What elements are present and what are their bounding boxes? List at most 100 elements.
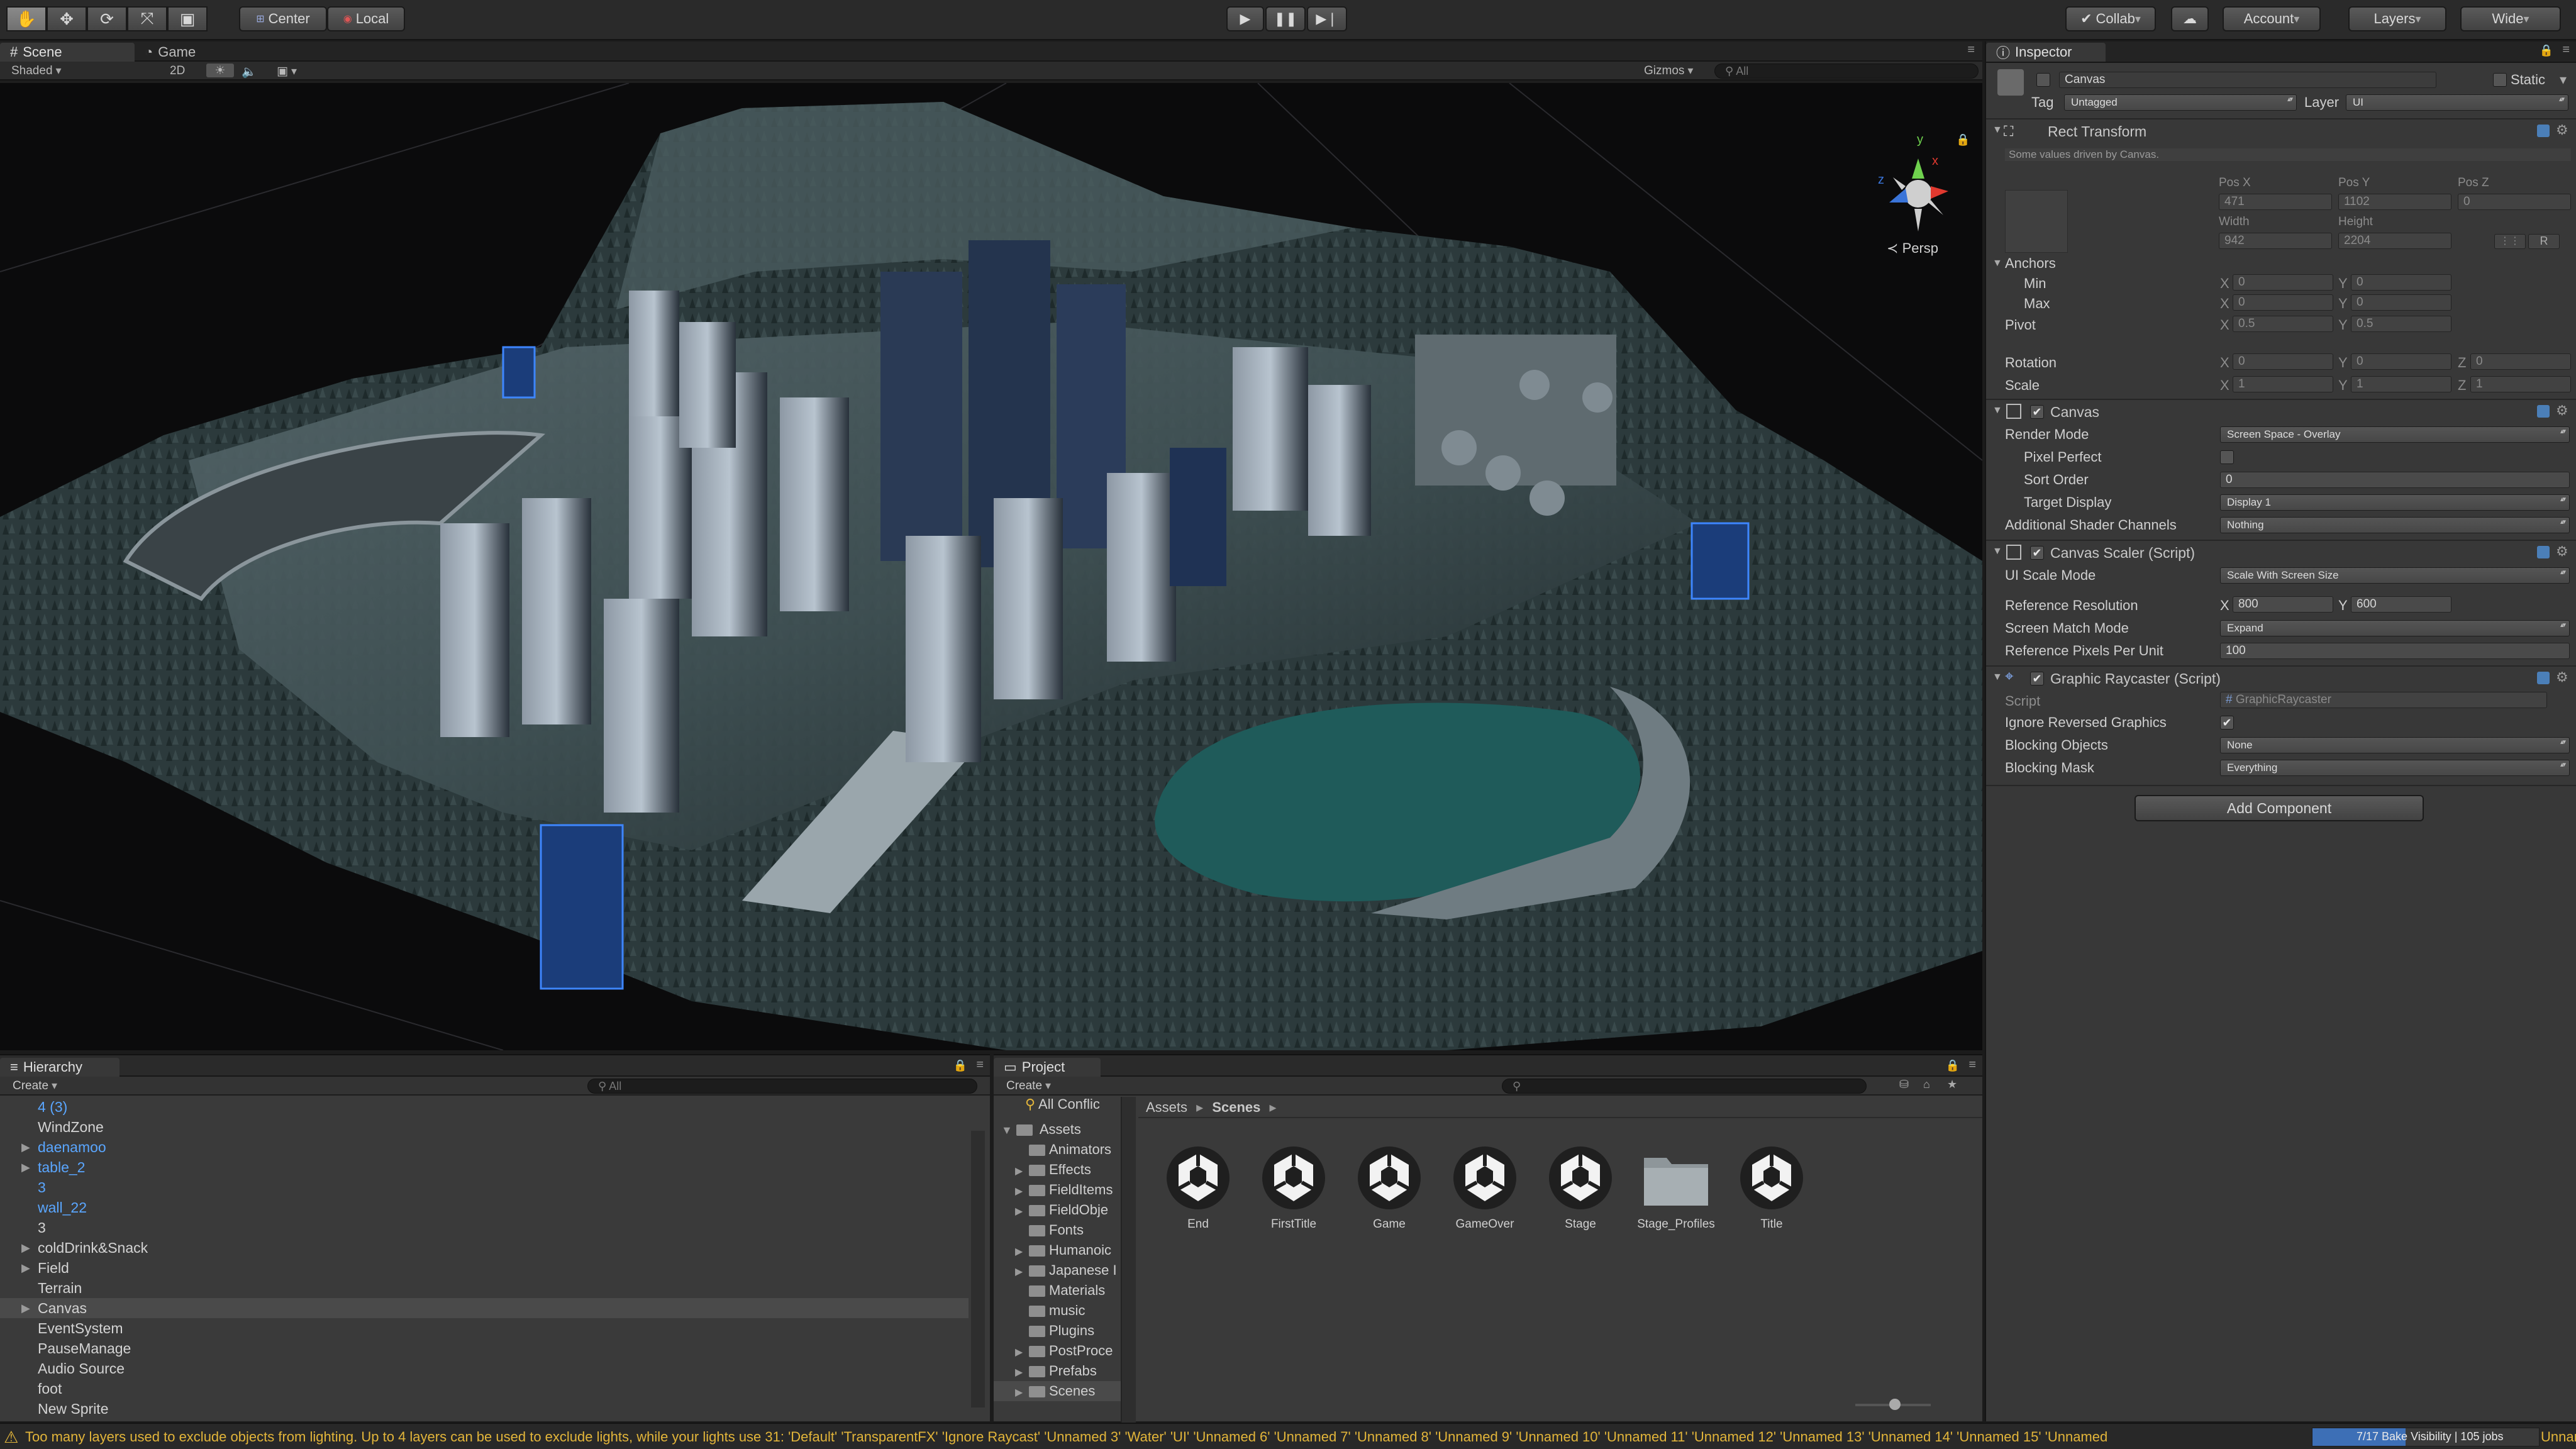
play-button[interactable]: ▶ — [1226, 6, 1264, 31]
sort-order-field[interactable]: 0 — [2220, 472, 2570, 488]
hierarchy-item[interactable]: Audio Source — [0, 1358, 969, 1379]
gear-icon[interactable]: ⚙ — [2556, 543, 2571, 559]
ref-pixels-per-unit-field[interactable]: 100 — [2220, 643, 2570, 659]
hierarchy-item[interactable]: WindZone — [0, 1117, 969, 1137]
gizmos-dropdown[interactable]: Gizmos — [1644, 64, 1693, 78]
tab-hierarchy[interactable]: ≡ Hierarchy — [0, 1058, 119, 1077]
layer-dropdown[interactable]: UI — [2346, 94, 2568, 111]
inspector-menu-icon[interactable]: ≡ — [2562, 43, 2570, 57]
help-book-icon[interactable] — [2537, 405, 2550, 418]
folder-tree-item[interactable]: ▶ FieldItems — [994, 1180, 1121, 1200]
blocking-mask-dropdown[interactable]: Everything — [2220, 760, 2570, 776]
hierarchy-lock-icon[interactable]: 🔒 — [953, 1059, 967, 1072]
asset-tile[interactable]: Stage_Profiles — [1629, 1143, 1723, 1231]
gear-icon[interactable]: ⚙ — [2556, 122, 2571, 138]
render-mode-dropdown[interactable]: Screen Space - Overlay — [2220, 426, 2570, 443]
add-component-button[interactable]: Add Component — [2135, 795, 2424, 821]
raw-edit-button[interactable]: R — [2528, 234, 2560, 249]
folder-tree-item[interactable]: ▶ Japanese I — [994, 1260, 1121, 1280]
ui-scale-mode-dropdown[interactable]: Scale With Screen Size — [2220, 567, 2570, 584]
hierarchy-item[interactable]: ▶ coldDrink&Snack — [0, 1238, 969, 1258]
canvas-scaler-header[interactable]: ▼ ✔ Canvas Scaler (Script) ⚙ — [1986, 540, 2576, 565]
scene-search-input[interactable]: ⚲ All — [1714, 64, 1979, 79]
tag-dropdown[interactable]: Untagged — [2064, 94, 2297, 111]
folder-tree-item[interactable]: Materials — [994, 1280, 1121, 1301]
canvas-component-header[interactable]: ▼ ✔ Canvas ⚙ — [1986, 399, 2576, 424]
expand-arrow-icon[interactable]: ▶ — [1015, 1162, 1029, 1182]
hierarchy-scrollbar[interactable] — [971, 1131, 985, 1407]
expand-arrow-icon[interactable]: ▶ — [1015, 1363, 1029, 1383]
asset-tile[interactable]: Title — [1724, 1143, 1819, 1231]
tab-project[interactable]: ▭ Project — [994, 1058, 1101, 1077]
toggle-2d-button[interactable]: 2D — [170, 64, 185, 78]
space-toggle[interactable]: ◉ Local — [327, 6, 405, 31]
hierarchy-item[interactable]: ▶ table_2 — [0, 1157, 969, 1177]
project-create-dropdown[interactable]: Create — [1006, 1079, 1051, 1093]
shader-channels-dropdown[interactable]: Nothing — [2220, 517, 2570, 533]
filter-label-icon[interactable]: ⌂ — [1923, 1078, 1930, 1091]
hierarchy-item[interactable]: foot — [0, 1379, 969, 1399]
scene-orientation-gizmo[interactable] — [1889, 158, 1948, 231]
hand-tool-icon[interactable]: ✋ — [6, 6, 47, 31]
asset-tile[interactable]: GameOver — [1438, 1143, 1532, 1231]
graphic-raycaster-enabled-checkbox[interactable]: ✔ — [2030, 672, 2044, 686]
expand-arrow-icon[interactable]: ▶ — [21, 1238, 30, 1258]
favorite-star-icon[interactable]: ★ — [1947, 1078, 1957, 1091]
expand-arrow-icon[interactable]: ▶ — [1015, 1242, 1029, 1262]
account-dropdown[interactable]: Account — [2223, 6, 2321, 31]
expand-arrow-icon[interactable]: ▶ — [1015, 1383, 1029, 1403]
pause-button[interactable]: ❚❚ — [1265, 6, 1306, 31]
folder-tree-item[interactable]: Animators — [994, 1140, 1121, 1160]
folder-tree-item[interactable]: Plugins — [994, 1321, 1121, 1341]
project-menu-icon[interactable]: ≡ — [1968, 1058, 1976, 1072]
layers-dropdown[interactable]: Layers — [2348, 6, 2446, 31]
hierarchy-menu-icon[interactable]: ≡ — [976, 1058, 984, 1072]
panel-menu-icon[interactable]: ≡ — [1967, 43, 1975, 57]
expand-arrow-icon[interactable]: ▶ — [1015, 1202, 1029, 1222]
object-name-input[interactable]: Canvas — [2059, 72, 2436, 88]
project-search-input[interactable]: ⚲ — [1502, 1079, 1867, 1094]
project-tree-scrollbar[interactable] — [1122, 1097, 1136, 1423]
move-tool-icon[interactable]: ✥ — [47, 6, 87, 31]
scale-tool-icon[interactable]: ⤧ — [127, 6, 167, 31]
asset-tile[interactable]: Game — [1342, 1143, 1436, 1231]
layout-dropdown[interactable]: Wide — [2460, 6, 2561, 31]
lock-icon[interactable]: 🔒 — [1956, 133, 1970, 147]
canvas-enabled-checkbox[interactable]: ✔ — [2030, 405, 2044, 419]
status-warning-message[interactable]: Too many layers used to exclude objects … — [25, 1429, 2311, 1445]
folder-tree-item[interactable]: Fonts — [994, 1220, 1121, 1240]
active-checkbox[interactable] — [2036, 73, 2050, 87]
asset-tile[interactable]: End — [1151, 1143, 1245, 1231]
lighting-toggle-icon[interactable]: ☀ — [206, 64, 234, 77]
anchors-fold-icon[interactable]: ▼ — [1992, 258, 2002, 269]
rect-transform-header[interactable]: ▼ ⛶ Rect Transform ⚙ — [1986, 118, 2576, 143]
all-conflicts-item[interactable]: ⚲ All Conflic — [994, 1097, 1121, 1114]
folder-tree-item[interactable]: music — [994, 1301, 1121, 1321]
shading-mode-dropdown[interactable]: Shaded — [11, 64, 62, 78]
rotate-tool-icon[interactable]: ⟳ — [87, 6, 127, 31]
hierarchy-item[interactable]: ▶ daenamoo — [0, 1137, 969, 1157]
pivot-toggle[interactable]: ⊞ Center — [239, 6, 327, 31]
inspector-lock-icon[interactable]: 🔒 — [2540, 44, 2553, 57]
graphic-raycaster-header[interactable]: ▼ ⌖ ✔ Graphic Raycaster (Script) ⚙ — [1986, 665, 2576, 691]
hierarchy-item[interactable]: ▶ Canvas — [0, 1298, 969, 1318]
bake-progress-bar[interactable]: 7/17 Bake Visibility | 105 jobs — [2312, 1428, 2540, 1446]
blueprint-mode-icon[interactable]: ⋮⋮ — [2494, 234, 2526, 249]
screen-match-mode-dropdown[interactable]: Expand — [2220, 620, 2570, 636]
gear-icon[interactable]: ⚙ — [2556, 669, 2571, 685]
expand-arrow-icon[interactable]: ▶ — [21, 1298, 30, 1318]
cloud-button[interactable]: ☁ — [2171, 6, 2209, 31]
effects-dropdown-icon[interactable]: ▣ — [277, 64, 297, 79]
asset-tile[interactable]: FirstTitle — [1246, 1143, 1341, 1231]
folder-tree-item[interactable]: ▶ Humanoic — [994, 1240, 1121, 1260]
expand-arrow-icon[interactable]: ▶ — [21, 1157, 30, 1177]
tab-game[interactable]: ◔ Game — [135, 43, 229, 62]
breadcrumb-scenes[interactable]: Scenes — [1212, 1099, 1260, 1115]
hierarchy-search-input[interactable]: ⚲ All — [587, 1079, 977, 1094]
pixel-perfect-checkbox[interactable] — [2220, 450, 2234, 464]
static-checkbox[interactable] — [2493, 73, 2507, 87]
breadcrumb-assets[interactable]: Assets — [1146, 1099, 1187, 1115]
hierarchy-item[interactable]: 3 — [0, 1218, 969, 1238]
expand-arrow-icon[interactable]: ▶ — [21, 1137, 30, 1157]
projection-toggle[interactable]: ≺ Persp — [1887, 240, 1938, 257]
